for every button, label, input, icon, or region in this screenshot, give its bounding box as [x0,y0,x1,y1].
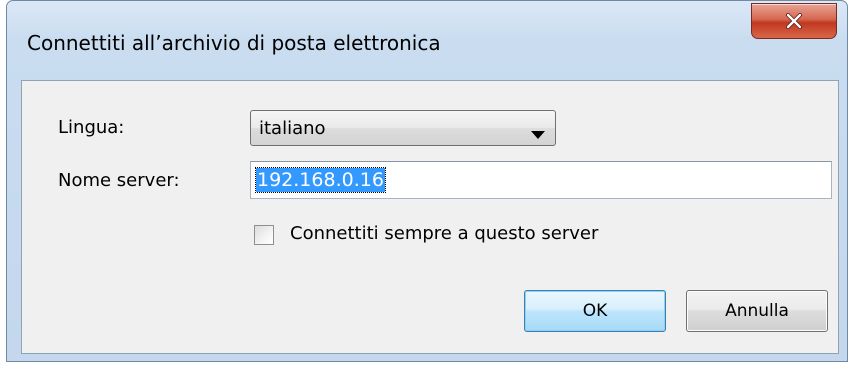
language-label: Lingua: [58,117,125,138]
always-connect-checkbox[interactable] [254,225,274,245]
close-icon [785,13,803,29]
server-label: Nome server: [58,170,180,191]
dialog-window: Connettiti all’archivio di posta elettro… [6,0,848,362]
dialog-body: Lingua: italiano Nome server: 192.168.0.… [21,80,839,354]
always-connect-label[interactable]: Connettiti sempre a questo server [290,223,598,244]
language-select[interactable]: italiano [250,110,556,146]
language-select-value: italiano [259,118,326,139]
ok-button-label: OK [582,301,608,321]
cancel-button[interactable]: Annulla [686,290,828,332]
chevron-down-icon [531,124,545,143]
dialog-title: Connettiti all’archivio di posta elettro… [27,31,441,55]
server-input-value: 192.168.0.16 [255,167,386,193]
ok-button[interactable]: OK [524,290,666,332]
close-button[interactable] [751,3,837,39]
server-input[interactable]: 192.168.0.16 [250,161,832,199]
cancel-button-label: Annulla [725,301,789,321]
